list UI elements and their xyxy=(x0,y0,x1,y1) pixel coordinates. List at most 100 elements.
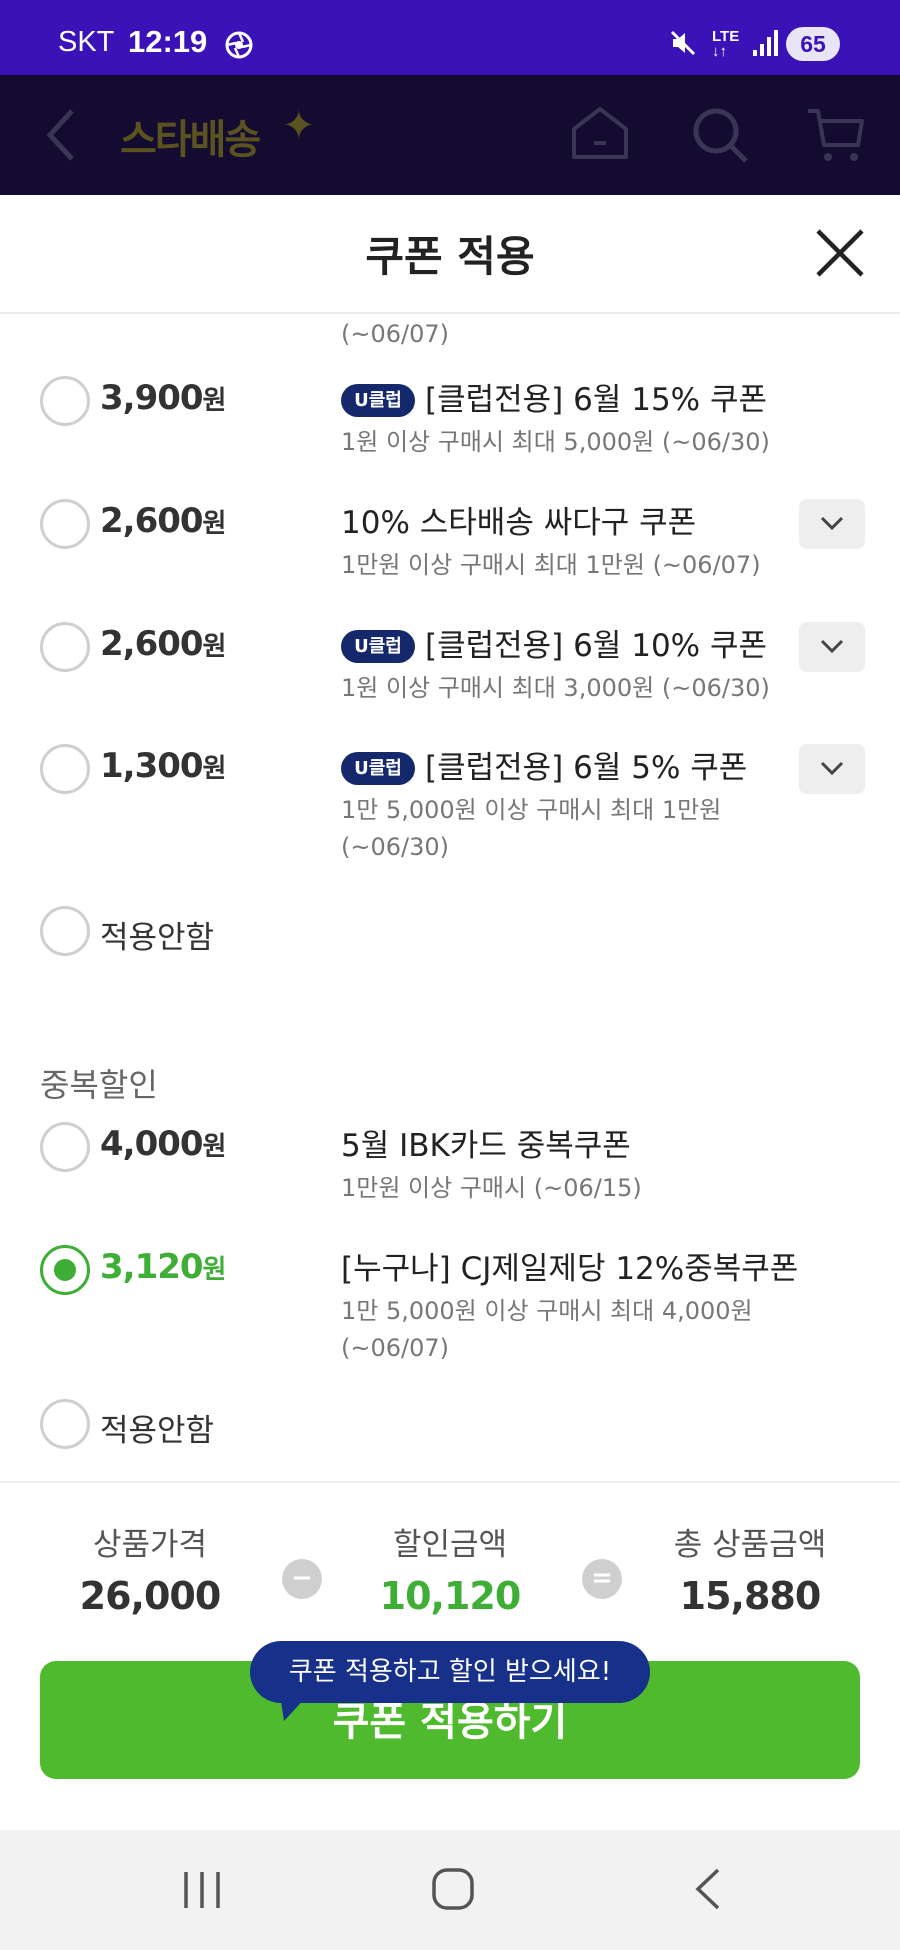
expand-button[interactable] xyxy=(799,744,865,794)
no-coupon-label: 적용안함 xyxy=(100,1413,215,1449)
app-logo[interactable]: 스타배송 xyxy=(120,107,261,165)
logo-star-icon: ✦ xyxy=(282,103,316,149)
coupon-title: 5월 IBK카드 중복쿠폰 xyxy=(341,1128,631,1164)
network-label: LTE xyxy=(712,28,740,45)
price-column: 상품가격 26,000 xyxy=(20,1519,280,1618)
signal-icon xyxy=(752,28,780,62)
chevron-down-icon xyxy=(820,761,844,776)
coupon-list[interactable]: (~06/07) 3,900원 U클럽 [클럽전용] 6월 15% 쿠폰 1원 이… xyxy=(0,314,900,1481)
amount-value: 4,000 xyxy=(100,1124,204,1164)
coupon-amount: 1,300원 xyxy=(100,746,227,786)
coupon-desc: 1만 5,000원 이상 구매시 최대 1만원 (~06/30) xyxy=(341,792,801,866)
amount-value: 2,600 xyxy=(100,624,204,664)
coupon-amount: 4,000원 xyxy=(100,1124,227,1164)
coupon-title-line: U클럽 [클럽전용] 6월 15% 쿠폰 xyxy=(341,378,801,422)
coupon-desc-line1: 1만 5,000원 이상 구매시 최대 1만원 xyxy=(341,796,722,824)
coupon-title-line: U클럽 [클럽전용] 6월 10% 쿠폰 xyxy=(341,624,801,668)
coupon-desc: 1만원 이상 구매시 최대 1만원 (~06/07) xyxy=(341,551,761,579)
coupon-radio[interactable] xyxy=(40,622,90,672)
coupon-title: [누구나] CJ제일제당 12%중복쿠폰 xyxy=(341,1251,799,1287)
coupon-radio[interactable] xyxy=(40,1122,90,1172)
home-icon[interactable] xyxy=(568,103,632,167)
price-summary: 상품가격 26,000 − 할인금액 10,120 = 총 상품금액 15,88… xyxy=(0,1481,900,1830)
recent-apps-icon[interactable] xyxy=(180,1868,224,1916)
amount-unit: 원 xyxy=(202,386,227,416)
home-nav-icon[interactable] xyxy=(430,1866,476,1916)
lte-indicator: LTE ↓↑ xyxy=(712,28,740,60)
coupon-desc: 1원 이상 구매시 최대 5,000원 (~06/30) xyxy=(341,428,770,456)
price-label: 상품가격 xyxy=(92,1527,208,1563)
close-icon[interactable] xyxy=(812,225,868,281)
price-value: 26,000 xyxy=(79,1574,222,1618)
coupon-amount: 2,600원 xyxy=(100,501,227,541)
search-icon[interactable] xyxy=(690,105,750,169)
amount-value: 2,600 xyxy=(100,501,204,541)
coupon-radio[interactable] xyxy=(40,376,90,426)
minus-icon: − xyxy=(282,1559,322,1599)
total-column: 총 상품금액 15,880 xyxy=(620,1519,880,1618)
coupon-info: U클럽 [클럽전용] 6월 15% 쿠폰 1원 이상 구매시 최대 5,000원 … xyxy=(341,378,801,461)
coupon-radio[interactable] xyxy=(40,744,90,794)
sheet-title: 쿠폰 적용 xyxy=(365,232,535,281)
coupon-info: [누구나] CJ제일제당 12%중복쿠폰 1만 5,000원 이상 구매시 최대… xyxy=(341,1247,801,1367)
coupon-info: 10% 스타배송 싸다구 쿠폰 1만원 이상 구매시 최대 1만원 (~06/0… xyxy=(341,501,801,584)
uclub-badge: U클럽 xyxy=(341,384,415,417)
discount-column: 할인금액 10,120 xyxy=(320,1519,580,1618)
coupon-radio[interactable] xyxy=(40,499,90,549)
amount-unit: 원 xyxy=(202,632,227,662)
amount-value: 1,300 xyxy=(100,746,204,786)
coupon-desc-line1: 1만 5,000원 이상 구매시 최대 4,000원 xyxy=(341,1297,753,1325)
coupon-amount: 3,900원 xyxy=(100,378,227,418)
duplicate-section-label: 중복할인 xyxy=(40,1066,158,1104)
amount-unit: 원 xyxy=(202,1132,227,1162)
camera-icon xyxy=(224,30,254,64)
status-bar: SKT 12:19 LTE ↓↑ 65 xyxy=(0,0,900,75)
back-nav-icon[interactable] xyxy=(690,1866,726,1916)
uclub-badge: U클럽 xyxy=(341,752,415,785)
coupon-info: U클럽 [클럽전용] 6월 5% 쿠폰 1만 5,000원 이상 구매시 최대 1… xyxy=(341,746,801,866)
mute-icon xyxy=(668,28,698,62)
battery-icon: 65 xyxy=(786,27,840,61)
coupon-radio-selected[interactable] xyxy=(40,1245,90,1295)
discount-label: 할인금액 xyxy=(392,1527,508,1563)
cart-icon[interactable] xyxy=(804,103,868,171)
total-value: 15,880 xyxy=(679,1574,822,1618)
coupon-desc: 1원 이상 구매시 최대 3,000원 (~06/30) xyxy=(341,674,770,702)
system-nav-bar xyxy=(0,1830,900,1950)
coupon-title-line: U클럽 [클럽전용] 6월 5% 쿠폰 xyxy=(341,746,801,790)
coupon-info: U클럽 [클럽전용] 6월 10% 쿠폰 1원 이상 구매시 최대 3,000원 … xyxy=(341,624,801,707)
coupon-amount: 2,600원 xyxy=(100,624,227,664)
clock: 12:19 xyxy=(128,24,208,59)
coupon-tooltip: 쿠폰 적용하고 할인 받으세요! xyxy=(250,1641,650,1703)
coupon-title: [클럽전용] 6월 15% 쿠폰 xyxy=(425,382,768,418)
amount-value: 3,900 xyxy=(100,378,204,418)
no-coupon-label: 적용안함 xyxy=(100,920,215,956)
expand-button[interactable] xyxy=(799,622,865,672)
coupon-title: 10% 스타배송 싸다구 쿠폰 xyxy=(341,505,697,541)
coupon-title: [클럽전용] 6월 5% 쿠폰 xyxy=(425,750,748,786)
coupon-desc: 1만 5,000원 이상 구매시 최대 4,000원 (~06/07) xyxy=(341,1293,801,1367)
coupon-desc-line2: (~06/30) xyxy=(341,833,449,861)
amount-unit: 원 xyxy=(202,509,227,539)
coupon-amount: 3,120원 xyxy=(100,1247,227,1287)
back-icon[interactable] xyxy=(40,105,80,169)
coupon-sheet: 쿠폰 적용 (~06/07) 3,900원 U클럽 [클럽전용] 6월 15% 쿠… xyxy=(0,195,900,1830)
total-label: 총 상품금액 xyxy=(673,1527,827,1563)
no-coupon-radio[interactable] xyxy=(40,906,90,956)
chevron-down-icon xyxy=(820,639,844,654)
no-coupon-radio[interactable] xyxy=(40,1399,90,1449)
amount-value: 3,120 xyxy=(100,1247,204,1287)
carrier-label: SKT xyxy=(58,26,115,58)
coupon-info: 5월 IBK카드 중복쿠폰 1만원 이상 구매시 (~06/15) xyxy=(341,1124,801,1207)
partial-coupon-desc: (~06/07) xyxy=(341,320,449,348)
amount-unit: 원 xyxy=(202,754,227,784)
uclub-badge: U클럽 xyxy=(341,630,415,663)
coupon-title: [클럽전용] 6월 10% 쿠폰 xyxy=(425,628,768,664)
discount-value: 10,120 xyxy=(379,1574,522,1618)
expand-button[interactable] xyxy=(799,499,865,549)
equals-icon: = xyxy=(582,1559,622,1599)
coupon-desc-line2: (~06/07) xyxy=(341,1334,449,1362)
app-header: 스타배송 ✦ xyxy=(0,75,900,195)
amount-unit: 원 xyxy=(202,1255,227,1285)
chevron-down-icon xyxy=(820,516,844,531)
